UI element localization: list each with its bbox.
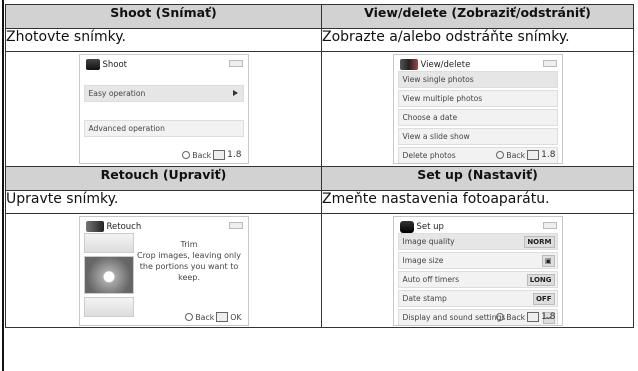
setup-screen: Set up Image quality NORM Image size ▣ A…	[392, 216, 563, 326]
menu-item-easy-operation[interactable]: Easy operation	[83, 85, 244, 102]
menu-item-label: Auto off timers	[402, 275, 460, 284]
desc-setup: Zmeňte nastavenia fotoaparátu.	[321, 190, 634, 214]
remaining-value: 1.8	[541, 150, 556, 160]
desc-view-delete: Zobrazte a/alebo odstráňte snímky.	[321, 28, 634, 52]
battery-icon	[228, 222, 243, 229]
ok-label[interactable]: OK	[230, 313, 241, 322]
menu-item-label: Image size	[402, 256, 444, 265]
retouch-screen: Retouch Trim Crop images, leaving only t…	[78, 216, 249, 326]
menu-item-label: Advanced operation	[88, 124, 165, 133]
menu-item-label: View a slide show	[402, 132, 470, 141]
back-label[interactable]: Back	[506, 313, 525, 322]
menu-item-auto-off-timers[interactable]: Auto off timers LONG	[397, 271, 558, 288]
back-icon	[496, 313, 505, 321]
header-view-delete: View/delete (Zobraziť/odstrániť)	[321, 4, 634, 29]
shoot-screen-cell: Shoot Easy operation Advanced operation	[5, 51, 322, 167]
header-retouch: Retouch (Upraviť)	[5, 166, 322, 191]
ok-button-icon	[216, 312, 229, 322]
retouch-footer: Back OK	[185, 312, 242, 322]
retouch-screen-cell: Retouch Trim Crop images, leaving only t…	[5, 213, 322, 328]
menu-item-view-single[interactable]: View single photos	[397, 71, 558, 88]
shoot-title: Shoot	[102, 59, 128, 70]
manual-page: Shoot (Snímať) View/delete (Zobraziť/ods…	[0, 0, 638, 371]
menu-item-label: Display and sound settings	[402, 313, 506, 322]
menu-item-view-multiple[interactable]: View multiple photos	[397, 90, 558, 107]
retouch-description: Trim Crop images, leaving only the porti…	[137, 239, 242, 283]
page-margin-bar	[2, 0, 4, 371]
header-shoot: Shoot (Snímať)	[5, 4, 322, 29]
setup-screen-cell: Set up Image quality NORM Image size ▣ A…	[321, 213, 634, 328]
back-label[interactable]: Back	[506, 151, 525, 160]
back-icon	[496, 151, 505, 159]
retouch-title-row: Retouch	[85, 221, 142, 232]
card-icon	[213, 150, 226, 160]
playback-icon	[399, 59, 418, 70]
menu-item-label: Delete photos	[402, 151, 456, 160]
thumbnail-selected[interactable]	[83, 256, 134, 294]
view-screen-cell: View/delete View single photos View mult…	[321, 51, 634, 167]
back-icon	[182, 151, 191, 159]
menu-item-advanced-operation[interactable]: Advanced operation	[83, 120, 244, 137]
desc-shoot: Zhotovte snímky.	[5, 28, 322, 52]
menu-item-label: View single photos	[402, 75, 474, 84]
setting-value: LONG	[526, 274, 555, 286]
back-icon	[185, 313, 194, 321]
view-title-row: View/delete	[399, 59, 471, 70]
thumbnail[interactable]	[83, 233, 134, 253]
header-setup: Set up (Nastaviť)	[321, 166, 634, 191]
thumbnail[interactable]	[83, 297, 134, 317]
desc-retouch: Upravte snímky.	[5, 190, 322, 214]
retouch-thumbnails	[83, 233, 134, 321]
remaining-value: 1.8	[541, 312, 556, 322]
menu-item-label: View multiple photos	[402, 94, 483, 103]
card-icon	[527, 150, 540, 160]
view-delete-screen: View/delete View single photos View mult…	[392, 54, 563, 164]
view-footer: Back 1.8	[496, 150, 556, 160]
setup-footer: Back 1.8	[496, 312, 556, 322]
view-title: View/delete	[420, 59, 471, 70]
menu-item-image-quality[interactable]: Image quality NORM	[397, 233, 558, 250]
back-label[interactable]: Back	[195, 313, 214, 322]
retouch-text: Crop images, leaving only the portions y…	[136, 251, 241, 282]
battery-icon	[542, 60, 557, 67]
camera-icon	[85, 59, 100, 70]
shoot-menu: Easy operation Advanced operation	[83, 85, 244, 139]
retouch-title: Retouch	[106, 221, 142, 232]
menu-item-image-size[interactable]: Image size ▣	[397, 252, 558, 269]
setting-value: OFF	[532, 293, 555, 305]
setting-value: ▣	[541, 255, 555, 267]
remaining-value: 1.8	[227, 150, 242, 160]
chevron-right-icon	[232, 90, 238, 96]
shoot-screen: Shoot Easy operation Advanced operation	[78, 54, 249, 164]
menu-overview-table: Shoot (Snímať) View/delete (Zobraziť/ods…	[5, 4, 634, 328]
menu-item-date-stamp[interactable]: Date stamp OFF	[397, 290, 558, 307]
battery-icon	[542, 222, 557, 229]
setup-title-row: Set up	[399, 221, 444, 233]
shoot-title-row: Shoot	[85, 59, 128, 70]
back-label[interactable]: Back	[192, 151, 211, 160]
setup-title: Set up	[416, 222, 444, 232]
menu-item-label: Easy operation	[88, 89, 146, 98]
menu-item-label: Choose a date	[402, 113, 458, 122]
menu-item-slide-show[interactable]: View a slide show	[397, 128, 558, 145]
shoot-footer: Back 1.8	[182, 150, 242, 160]
menu-item-choose-date[interactable]: Choose a date	[397, 109, 558, 126]
retouch-heading: Trim	[180, 240, 198, 249]
card-icon	[527, 312, 540, 322]
setup-icon	[399, 221, 414, 233]
setting-value: NORM	[524, 236, 555, 248]
retouch-icon	[85, 221, 104, 232]
menu-item-label: Image quality	[402, 237, 455, 246]
battery-icon	[228, 60, 243, 67]
menu-item-label: Date stamp	[402, 294, 447, 303]
